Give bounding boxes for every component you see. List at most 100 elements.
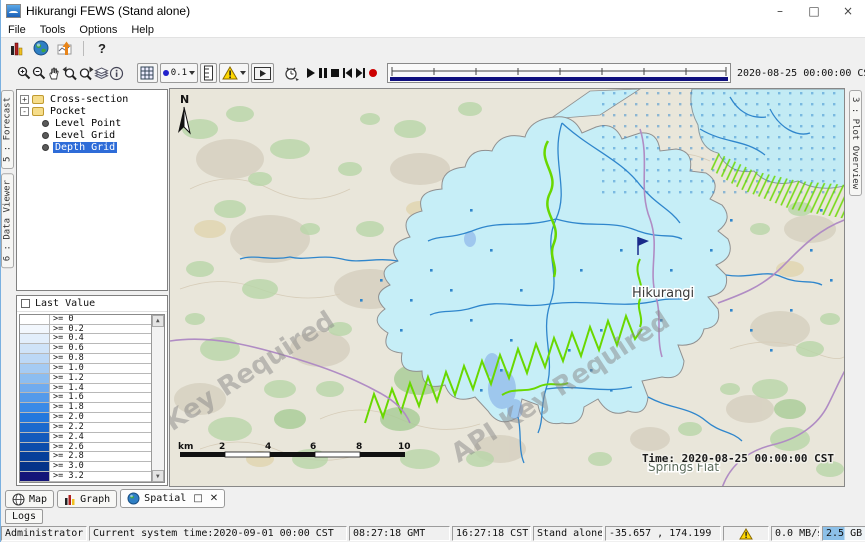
- menu-options[interactable]: Options: [72, 24, 124, 36]
- threshold-dropdown[interactable]: 0.1: [160, 63, 198, 83]
- tab-logs[interactable]: Logs: [5, 509, 43, 524]
- tab-graph[interactable]: Graph: [57, 490, 117, 508]
- stop-button[interactable]: [329, 62, 341, 84]
- close-panel-icon[interactable]: ✕: [210, 493, 218, 504]
- legend-color-swatch: [20, 393, 50, 402]
- tree-item[interactable]: Level Point: [18, 117, 166, 129]
- tree-item[interactable]: Level Grid: [18, 129, 166, 141]
- warnings-dropdown[interactable]: [219, 63, 249, 83]
- tree-expander[interactable]: -: [20, 107, 29, 116]
- grid-button[interactable]: [137, 63, 158, 83]
- legend-row-label: >= 0.4: [50, 334, 84, 343]
- legend-row: >= 1.4: [20, 384, 151, 394]
- tree-item[interactable]: Depth Grid: [18, 141, 166, 153]
- tab-spatial-label: Spatial: [144, 493, 186, 504]
- status-user: Administrator: [1, 526, 87, 541]
- play-animation-button[interactable]: [251, 63, 274, 83]
- legend-row: >= 1.6: [20, 393, 151, 403]
- record-button[interactable]: [367, 62, 379, 84]
- step-forward-button[interactable]: [354, 62, 367, 84]
- tab-data-viewer[interactable]: 6 : Data Viewer: [1, 173, 14, 268]
- warning-icon: [739, 528, 753, 540]
- tab-graph-label: Graph: [80, 494, 110, 505]
- status-bar: Administrator Current system time:2020-0…: [1, 525, 865, 542]
- status-memory: 2.5 GB: [822, 526, 865, 541]
- legend-row: >= 2.2: [20, 423, 151, 433]
- bar-chart-icon[interactable]: [5, 39, 29, 58]
- profile-chart-icon[interactable]: [53, 39, 77, 58]
- main-toolbar: ?: [1, 37, 865, 58]
- tree-item-label[interactable]: Cross-section: [48, 94, 130, 105]
- svg-text:6: 6: [310, 442, 316, 452]
- legend-row: >= 1.0: [20, 364, 151, 374]
- legend-row: >= 3.0: [20, 462, 151, 472]
- close-button[interactable]: ×: [831, 0, 865, 22]
- spatial-map[interactable]: API Key Required API Key Required Hikura…: [169, 88, 845, 487]
- layers-icon[interactable]: [94, 62, 109, 84]
- legend-row: >= 1.2: [20, 374, 151, 384]
- title-bar: Hikurangi FEWS (Stand alone) – □ ×: [1, 0, 865, 22]
- last-value-checkbox[interactable]: [21, 299, 30, 308]
- animation-clock-icon[interactable]: [283, 62, 299, 84]
- toolbar-separator: [83, 41, 84, 56]
- scroll-down-icon[interactable]: ▼: [152, 470, 164, 482]
- legend-row-label: >= 1.8: [50, 403, 84, 412]
- left-tab-strip: 5 : Forecast 6 : Data Viewer: [1, 88, 15, 487]
- legend-row: >= 0: [20, 315, 151, 325]
- menu-tools[interactable]: Tools: [33, 24, 73, 36]
- tab-forecast[interactable]: 5 : Forecast: [1, 90, 14, 169]
- maximize-button[interactable]: □: [797, 0, 831, 22]
- zoom-in-icon[interactable]: [17, 62, 32, 84]
- legend-row-label: >= 1.4: [50, 384, 84, 393]
- restore-panel-icon[interactable]: □: [193, 493, 202, 504]
- svg-text:4: 4: [265, 442, 271, 452]
- tab-map-label: Map: [29, 494, 47, 505]
- legend-row-label: >= 3.2: [50, 472, 84, 481]
- step-back-button[interactable]: [341, 62, 354, 84]
- zoom-previous-icon[interactable]: [62, 62, 78, 84]
- ruler-button[interactable]: [200, 63, 217, 83]
- globe-icon[interactable]: [29, 39, 53, 58]
- map-canvas[interactable]: API Key Required API Key Required Hikura…: [170, 89, 845, 487]
- pan-icon[interactable]: [47, 62, 62, 84]
- status-mode: Stand alone: [533, 526, 603, 541]
- legend-color-swatch: [20, 344, 50, 353]
- pause-button[interactable]: [317, 62, 329, 84]
- minimize-button[interactable]: –: [763, 0, 797, 22]
- tab-spatial[interactable]: Spatial □ ✕: [120, 489, 225, 508]
- legend-row-label: >= 1.2: [50, 374, 84, 383]
- legend-row: >= 0.2: [20, 325, 151, 335]
- tree-expander[interactable]: +: [20, 95, 29, 104]
- menu-file[interactable]: File: [1, 24, 33, 36]
- threshold-dot-icon: [163, 70, 169, 76]
- legend-color-swatch: [20, 462, 50, 471]
- legend-scrollbar[interactable]: ▲ ▼: [151, 315, 164, 482]
- menu-help[interactable]: Help: [124, 24, 161, 36]
- legend-row-label: >= 0.2: [50, 325, 84, 334]
- scroll-up-icon[interactable]: ▲: [152, 315, 164, 327]
- play-button[interactable]: [305, 62, 317, 84]
- zoom-out-icon[interactable]: [32, 62, 47, 84]
- tree-item-label[interactable]: Level Point: [53, 118, 123, 129]
- town-label: Hikurangi: [632, 286, 694, 301]
- tab-plot-overview[interactable]: 3 : Plot Overview: [849, 90, 862, 196]
- right-tab-strip: 3 : Plot Overview: [845, 88, 865, 487]
- tree-item[interactable]: + Cross-section: [18, 93, 166, 105]
- status-warning-cell[interactable]: [723, 526, 769, 541]
- svg-text:8: 8: [356, 442, 362, 452]
- zoom-next-icon[interactable]: [78, 62, 94, 84]
- tree-node-icon: [42, 132, 49, 139]
- tree-item-label[interactable]: Level Grid: [53, 130, 117, 141]
- timeline-slider[interactable]: [387, 63, 731, 83]
- tree-item[interactable]: - Pocket: [18, 105, 166, 117]
- legend-row-label: >= 1.6: [50, 393, 84, 402]
- tree-item-label[interactable]: Pocket: [48, 106, 88, 117]
- help-button[interactable]: ?: [90, 39, 114, 58]
- info-icon[interactable]: [109, 62, 124, 84]
- tree-item-label[interactable]: Depth Grid: [53, 142, 117, 153]
- last-value-label: Last Value: [35, 298, 95, 309]
- legend-row: >= 3.2: [20, 472, 151, 482]
- legend-color-swatch: [20, 443, 50, 452]
- legend-list: >= 0 >= 0.2 >= 0.4: [20, 315, 151, 482]
- tab-map[interactable]: Map: [5, 490, 54, 508]
